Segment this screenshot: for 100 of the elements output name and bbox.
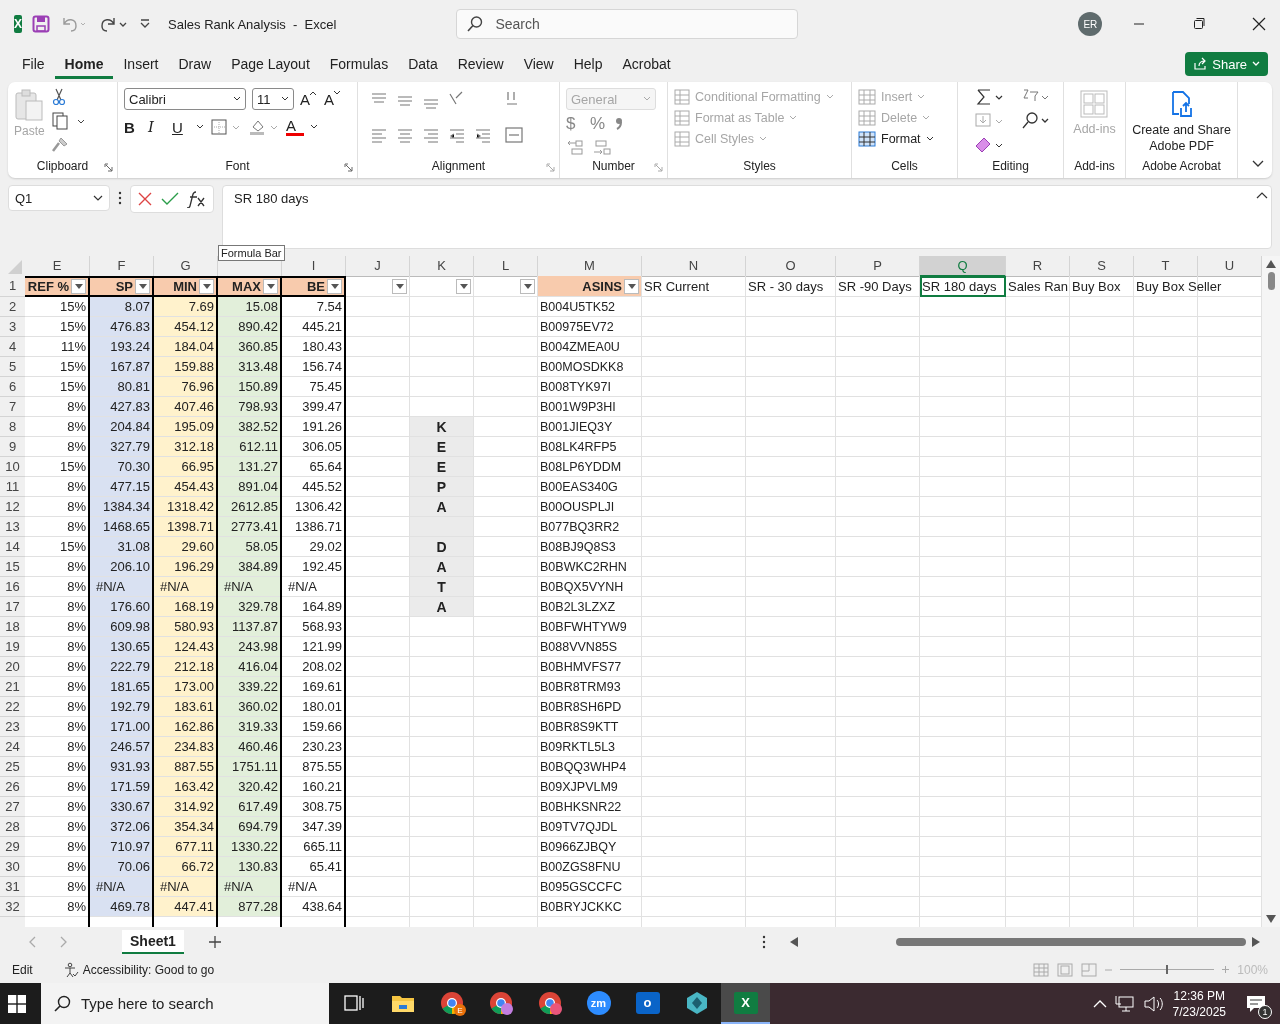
font-color-button[interactable]: A xyxy=(286,118,304,136)
chevron-up-icon[interactable] xyxy=(1092,998,1107,1009)
ribbon-tab[interactable]: Insert xyxy=(113,49,169,79)
network-icon[interactable] xyxy=(1114,994,1135,1013)
add-sheet-icon[interactable] xyxy=(207,935,222,949)
row-header[interactable]: 28 xyxy=(0,817,25,837)
row-header[interactable]: 19 xyxy=(0,637,25,657)
taskbar-search-field[interactable]: Type here to search xyxy=(41,983,329,1024)
ribbon-tab[interactable]: Home xyxy=(54,49,114,79)
row-header[interactable]: 14 xyxy=(0,537,25,557)
row-header[interactable]: 3 xyxy=(0,317,25,337)
scroll-up-icon[interactable] xyxy=(1266,260,1276,268)
shrink-font-button[interactable]: A xyxy=(324,90,342,108)
slider-thumb[interactable] xyxy=(1166,965,1169,974)
notifications-icon[interactable] xyxy=(1246,994,1266,1013)
font-style-button[interactable]: B xyxy=(124,118,142,136)
copy-icon[interactable] xyxy=(50,112,85,130)
more-options-icon[interactable] xyxy=(118,191,122,205)
scroll-left-icon[interactable] xyxy=(790,937,798,947)
column-header[interactable]: Q xyxy=(920,256,1006,277)
more-options-icon[interactable] xyxy=(762,935,766,949)
row-header[interactable]: 24 xyxy=(0,737,25,757)
scroll-thumb[interactable] xyxy=(896,938,1246,946)
ribbon-tab[interactable]: Review xyxy=(447,49,514,79)
sheet-tab[interactable]: Sheet1 xyxy=(122,930,184,954)
clock-time[interactable]: 12:36 PM xyxy=(1173,987,1225,1004)
check-icon[interactable] xyxy=(161,191,179,207)
row-header[interactable]: 11 xyxy=(0,477,25,497)
collapse-ribbon-icon[interactable] xyxy=(1252,160,1264,168)
row-header[interactable]: 15 xyxy=(0,557,25,577)
ribbon-tab[interactable]: File xyxy=(12,49,55,79)
filter-button[interactable] xyxy=(135,279,150,294)
create-pdf-button[interactable]: Create and Share Adobe PDF xyxy=(1131,86,1232,159)
dialog-launcher-icon[interactable] xyxy=(104,163,113,172)
row-header[interactable]: 16 xyxy=(0,577,25,597)
row-header[interactable]: 4 xyxy=(0,337,25,357)
row-header[interactable]: 5 xyxy=(0,357,25,377)
caret-icon[interactable] xyxy=(196,124,204,130)
accessibility-icon[interactable] xyxy=(62,961,79,978)
row-header[interactable]: 23 xyxy=(0,717,25,737)
dialog-launcher-icon[interactable] xyxy=(344,163,353,172)
taskbar-app-button[interactable]: o xyxy=(623,983,672,1024)
search-field[interactable]: Search xyxy=(456,9,799,39)
row-header[interactable]: 22 xyxy=(0,697,25,717)
row-header[interactable]: 31 xyxy=(0,877,25,897)
format-painter-icon[interactable] xyxy=(50,136,69,154)
row-header[interactable]: 18 xyxy=(0,617,25,637)
cancel-icon[interactable] xyxy=(137,191,153,207)
row-header[interactable]: 2 xyxy=(0,297,25,317)
ribbon-tab[interactable]: Formulas xyxy=(319,49,399,79)
ribbon-tab[interactable]: Draw xyxy=(168,49,222,79)
row-header[interactable]: 29 xyxy=(0,837,25,857)
share-button[interactable]: Share xyxy=(1185,52,1268,76)
row-header[interactable]: 25 xyxy=(0,757,25,777)
save-icon[interactable] xyxy=(32,15,50,33)
taskbar-app-button[interactable]: X xyxy=(721,983,770,1024)
row-header[interactable]: 32 xyxy=(0,897,25,917)
row-header[interactable]: 27 xyxy=(0,797,25,817)
row-header[interactable]: 21 xyxy=(0,677,25,697)
font-name-dropdown[interactable]: Calibri xyxy=(124,88,246,110)
filter-button[interactable] xyxy=(392,278,407,294)
row-header[interactable]: 1 xyxy=(0,276,25,297)
filter-button[interactable] xyxy=(199,279,214,294)
row-header[interactable]: 20 xyxy=(0,657,25,677)
accessibility-status[interactable]: Accessibility: Good to go xyxy=(82,962,215,977)
row-header[interactable]: 26 xyxy=(0,777,25,797)
speaker-icon[interactable] xyxy=(1142,994,1163,1013)
collapse-formula-bar-icon[interactable] xyxy=(1256,191,1268,199)
formula-input[interactable]: SR 180 days xyxy=(222,185,1272,249)
row-header[interactable]: 12 xyxy=(0,497,25,517)
filter-button[interactable] xyxy=(520,278,535,294)
vertical-scrollbar[interactable] xyxy=(1262,256,1280,927)
user-avatar[interactable]: ER xyxy=(1078,12,1103,36)
scissors-icon[interactable] xyxy=(50,88,67,106)
cells-menu-button[interactable]: Format xyxy=(858,131,951,147)
row-header[interactable]: 17 xyxy=(0,597,25,617)
row-header[interactable]: 7 xyxy=(0,397,25,417)
insert-function-icon[interactable] xyxy=(187,190,207,208)
filter-button[interactable] xyxy=(456,278,471,294)
scroll-right-icon[interactable] xyxy=(1252,937,1260,947)
row-header[interactable]: 9 xyxy=(0,437,25,457)
redo-icon[interactable] xyxy=(98,15,128,33)
row-header[interactable]: 13 xyxy=(0,517,25,537)
name-box[interactable]: Q1 xyxy=(8,185,110,211)
ribbon-tab[interactable]: Page Layout xyxy=(221,49,320,79)
caret-icon[interactable] xyxy=(310,124,318,130)
grow-font-button[interactable]: A xyxy=(300,90,318,108)
font-style-button[interactable]: I xyxy=(148,118,166,136)
row-header[interactable]: 30 xyxy=(0,857,25,877)
filter-button[interactable] xyxy=(624,278,639,294)
row-header[interactable]: 6 xyxy=(0,377,25,397)
ribbon-tab[interactable]: View xyxy=(513,49,564,79)
number-style-button[interactable]: % xyxy=(590,114,608,134)
ribbon-tab[interactable]: Help xyxy=(563,49,613,79)
clock-date[interactable]: 7/23/2025 xyxy=(1172,1003,1226,1020)
comma-style-icon[interactable] xyxy=(614,116,624,132)
font-size-dropdown[interactable]: 11 xyxy=(252,88,294,110)
scroll-down-icon[interactable] xyxy=(1266,915,1276,923)
row-header[interactable]: 10 xyxy=(0,457,25,477)
fill-color-icon[interactable] xyxy=(248,118,280,136)
